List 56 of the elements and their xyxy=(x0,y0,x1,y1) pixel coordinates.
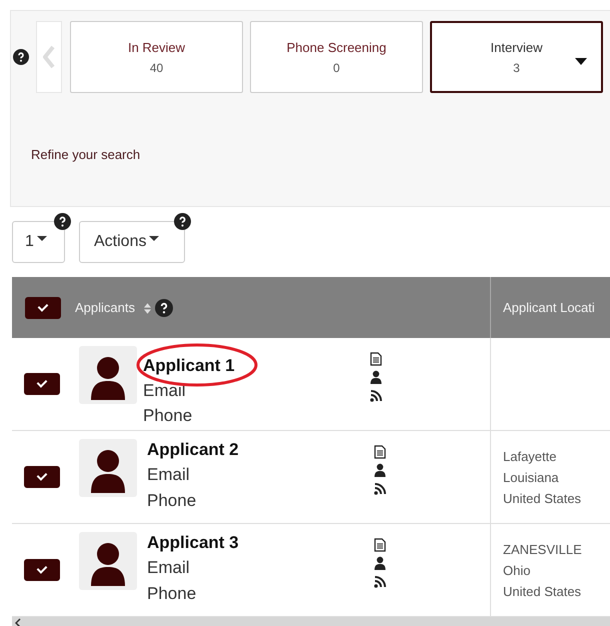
stage-label: Interview xyxy=(490,40,543,54)
rss-icon[interactable] xyxy=(370,388,382,402)
location-text: Lafayette xyxy=(503,448,558,466)
applicant-email: Email xyxy=(143,380,187,402)
location-text: United States xyxy=(503,582,582,600)
applicant-email: Email xyxy=(147,557,191,579)
avatar-silhouette xyxy=(79,439,137,497)
stage-tab[interactable]: Phone Screening 0 xyxy=(250,21,423,93)
rss-icon[interactable] xyxy=(374,481,386,495)
help-icon[interactable] xyxy=(174,213,191,230)
actions-button[interactable]: Actions xyxy=(79,221,185,263)
stage-count: 40 xyxy=(150,60,164,74)
applicant-name[interactable]: Applicant 3 xyxy=(147,531,357,555)
row-checkbox[interactable] xyxy=(24,373,60,395)
row-checkbox[interactable] xyxy=(24,559,60,581)
location-text: United States xyxy=(503,490,582,508)
caret-icon xyxy=(149,236,160,240)
stage-tab[interactable]: Interview 3 xyxy=(430,21,603,93)
help-icon[interactable] xyxy=(54,213,71,230)
applicant-phone: Phone xyxy=(147,583,198,605)
page-dropdown-button[interactable]: 1 xyxy=(12,221,65,263)
column-heading[interactable]: Applicant Locati xyxy=(503,300,595,315)
document-icon[interactable] xyxy=(374,445,386,459)
applicant-phone: Phone xyxy=(143,405,194,427)
applicant-email: Email xyxy=(147,464,191,486)
stage-label: In Review xyxy=(128,40,186,54)
row-checkbox[interactable] xyxy=(24,466,60,488)
document-icon[interactable] xyxy=(370,352,382,366)
document-icon[interactable] xyxy=(374,538,386,552)
caret-icon[interactable] xyxy=(575,58,587,65)
avatar-silhouette xyxy=(79,532,137,590)
column-heading[interactable]: Applicants xyxy=(75,300,135,315)
horizontal-scrollbar[interactable] xyxy=(12,617,610,626)
person-icon[interactable] xyxy=(374,556,386,570)
caret-icon xyxy=(36,236,47,240)
location-text: Ohio xyxy=(503,562,532,580)
applicant-name[interactable]: Applicant 2 xyxy=(147,438,357,462)
stage-count: 0 xyxy=(333,60,340,74)
applicant-name[interactable]: Applicant 1 xyxy=(143,354,353,378)
chevron-left-icon xyxy=(43,45,55,69)
stage-tab[interactable]: In Review 40 xyxy=(70,21,243,93)
chevron-left-icon[interactable] xyxy=(15,618,21,626)
location-text: Louisiana xyxy=(503,468,560,486)
stage-label: Phone Screening xyxy=(286,40,386,54)
select-all-checkbox[interactable] xyxy=(25,296,61,318)
refine-search-link[interactable]: Refine your search xyxy=(31,147,140,162)
help-icon[interactable] xyxy=(13,49,29,65)
person-icon[interactable] xyxy=(374,463,386,477)
avatar-silhouette xyxy=(79,346,137,404)
location-text: ZANESVILLE xyxy=(503,540,583,558)
applicant-phone: Phone xyxy=(147,490,198,512)
person-icon[interactable] xyxy=(370,370,382,384)
rss-icon[interactable] xyxy=(374,574,386,588)
help-icon[interactable] xyxy=(154,298,173,316)
stage-count: 3 xyxy=(513,60,520,74)
sort-icon[interactable] xyxy=(144,303,151,314)
